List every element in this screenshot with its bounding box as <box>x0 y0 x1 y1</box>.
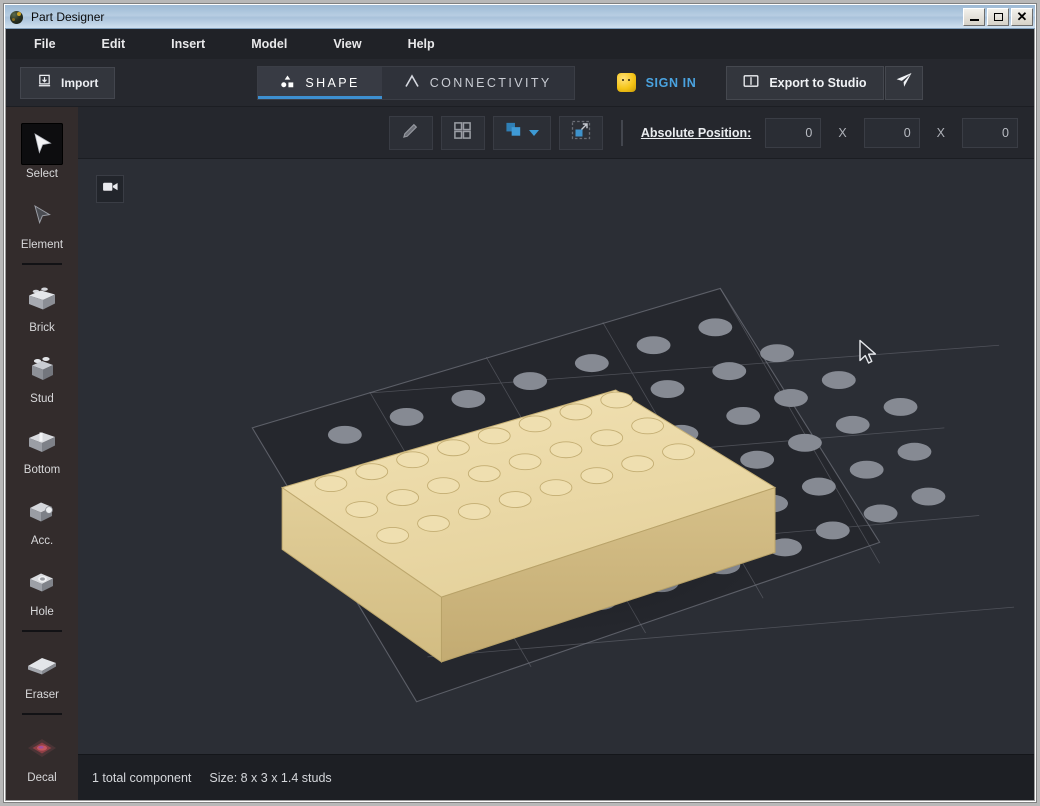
import-download-icon <box>37 74 52 92</box>
status-bar: 1 total component Size: 8 x 3 x 1.4 stud… <box>78 754 1034 800</box>
brick-bottom-icon <box>21 419 63 461</box>
tab-shape-label: SHAPE <box>305 75 360 90</box>
pencil-icon <box>401 121 420 145</box>
application-window: Part Designer ✕ File Edit Insert Model V… <box>4 4 1036 802</box>
position-separator-2: X <box>936 125 945 140</box>
sidebar-label-element: Element <box>20 239 64 251</box>
sidebar-label-select: Select <box>26 168 58 180</box>
import-label: Import <box>61 75 99 90</box>
import-button[interactable]: Import <box>20 66 116 99</box>
sidebar-divider-1 <box>22 263 62 265</box>
select-shape-button[interactable] <box>492 115 551 150</box>
tab-connectivity[interactable]: CONNECTIVITY <box>381 66 574 99</box>
position-x-input[interactable]: 0 <box>765 117 822 148</box>
sidebar-item-brick[interactable]: Brick <box>10 271 74 340</box>
menu-item-model[interactable]: Model <box>241 33 297 55</box>
app-body: File Edit Insert Model View Help Import <box>5 29 1035 801</box>
content-area: Select Element Brick Stud Bottom Acc. Ho… <box>6 107 1034 800</box>
send-button[interactable] <box>884 65 923 100</box>
3d-viewport[interactable] <box>78 159 1034 754</box>
hole-icon <box>21 561 63 603</box>
video-camera-icon <box>102 180 119 198</box>
grid-view-button[interactable] <box>440 115 485 150</box>
export-to-studio-button[interactable]: Export to Studio <box>726 65 884 100</box>
transform-scale-button[interactable] <box>558 115 603 150</box>
book-export-icon <box>743 74 759 91</box>
sidebar-item-select[interactable]: Select <box>10 117 74 186</box>
window-controls: ✕ <box>963 7 1033 26</box>
position-separator-1: X <box>838 125 847 140</box>
eraser-icon <box>21 644 63 686</box>
overlap-shapes-icon <box>505 121 524 144</box>
menu-item-view[interactable]: View <box>323 33 371 55</box>
edit-pencil-button[interactable] <box>388 115 433 150</box>
grid-four-squares-icon <box>453 121 472 145</box>
menu-bar: File Edit Insert Model View Help <box>6 29 1034 59</box>
position-z-input[interactable]: 0 <box>962 117 1018 148</box>
sidebar-item-eraser[interactable]: Eraser <box>10 638 74 707</box>
sidebar-label-bottom: Bottom <box>23 464 61 476</box>
absolute-position-label: Absolute Position: <box>640 125 752 140</box>
sidebar-divider-3 <box>22 713 62 715</box>
tab-connectivity-label: CONNECTIVITY <box>429 75 552 90</box>
component-count-text: 1 total component <box>92 770 192 785</box>
sidebar-label-hole: Hole <box>30 606 54 618</box>
maximize-icon[interactable] <box>987 7 1009 26</box>
sign-in-button[interactable]: SIGN IN <box>616 73 697 92</box>
brick-icon <box>21 277 63 319</box>
mode-tabs: SHAPE CONNECTIVITY <box>257 65 575 100</box>
sidebar-item-bottom[interactable]: Bottom <box>10 413 74 482</box>
toolbar-divider <box>620 119 623 146</box>
title-bar: Part Designer ✕ <box>5 5 1035 29</box>
sidebar-label-acc: Acc. <box>30 535 54 547</box>
paper-plane-icon <box>895 71 913 94</box>
sign-in-label: SIGN IN <box>645 75 697 90</box>
sidebar-label-eraser: Eraser <box>25 689 59 701</box>
sidebar-label-decal: Decal <box>27 772 57 784</box>
size-text: Size: 8 x 3 x 1.4 studs <box>209 770 332 785</box>
scale-marquee-icon <box>571 120 591 145</box>
decal-diamond-icon <box>21 727 63 769</box>
sub-toolbar: Absolute Position: 0 X 0 X 0 <box>78 107 1034 159</box>
canvas-column: Absolute Position: 0 X 0 X 0 1 total com… <box>78 107 1034 800</box>
menu-item-file[interactable]: File <box>24 33 66 55</box>
connectivity-node-icon <box>404 74 420 91</box>
close-icon[interactable]: ✕ <box>1011 7 1033 26</box>
sidebar-item-acc[interactable]: Acc. <box>10 484 74 553</box>
accessory-icon <box>21 490 63 532</box>
menu-item-help[interactable]: Help <box>398 33 445 55</box>
main-toolbar: Import SHAPE CONNECTIVITY SIGN IN Export… <box>6 59 1034 107</box>
sidebar-item-stud[interactable]: Stud <box>10 342 74 411</box>
3d-scene <box>251 287 1015 703</box>
sidebar-item-element[interactable]: Element <box>10 188 74 257</box>
menu-item-insert[interactable]: Insert <box>161 33 215 55</box>
cursor-arrow-icon <box>21 123 63 165</box>
palette-sphere-icon <box>9 9 25 25</box>
sidebar-divider-2 <box>22 630 62 632</box>
camera-view-button[interactable] <box>96 175 124 203</box>
window-title: Part Designer <box>31 9 105 24</box>
position-y-input[interactable]: 0 <box>863 117 920 148</box>
menu-item-edit[interactable]: Edit <box>92 33 136 55</box>
stud-icon <box>21 348 63 390</box>
minifigure-head-icon <box>616 73 636 92</box>
sidebar-label-stud: Stud <box>30 393 54 405</box>
sidebar-item-hole[interactable]: Hole <box>10 555 74 624</box>
sidebar-item-decal[interactable]: Decal <box>10 721 74 790</box>
export-label: Export to Studio <box>769 75 867 90</box>
tab-shape[interactable]: SHAPE <box>258 66 383 99</box>
sidebar-label-brick: Brick <box>29 322 55 334</box>
chevron-down-icon <box>528 129 539 136</box>
cursor-outline-icon <box>21 194 63 236</box>
shapes-icon <box>280 74 295 91</box>
tool-sidebar: Select Element Brick Stud Bottom Acc. Ho… <box>6 107 78 800</box>
minimize-icon[interactable] <box>963 7 985 26</box>
